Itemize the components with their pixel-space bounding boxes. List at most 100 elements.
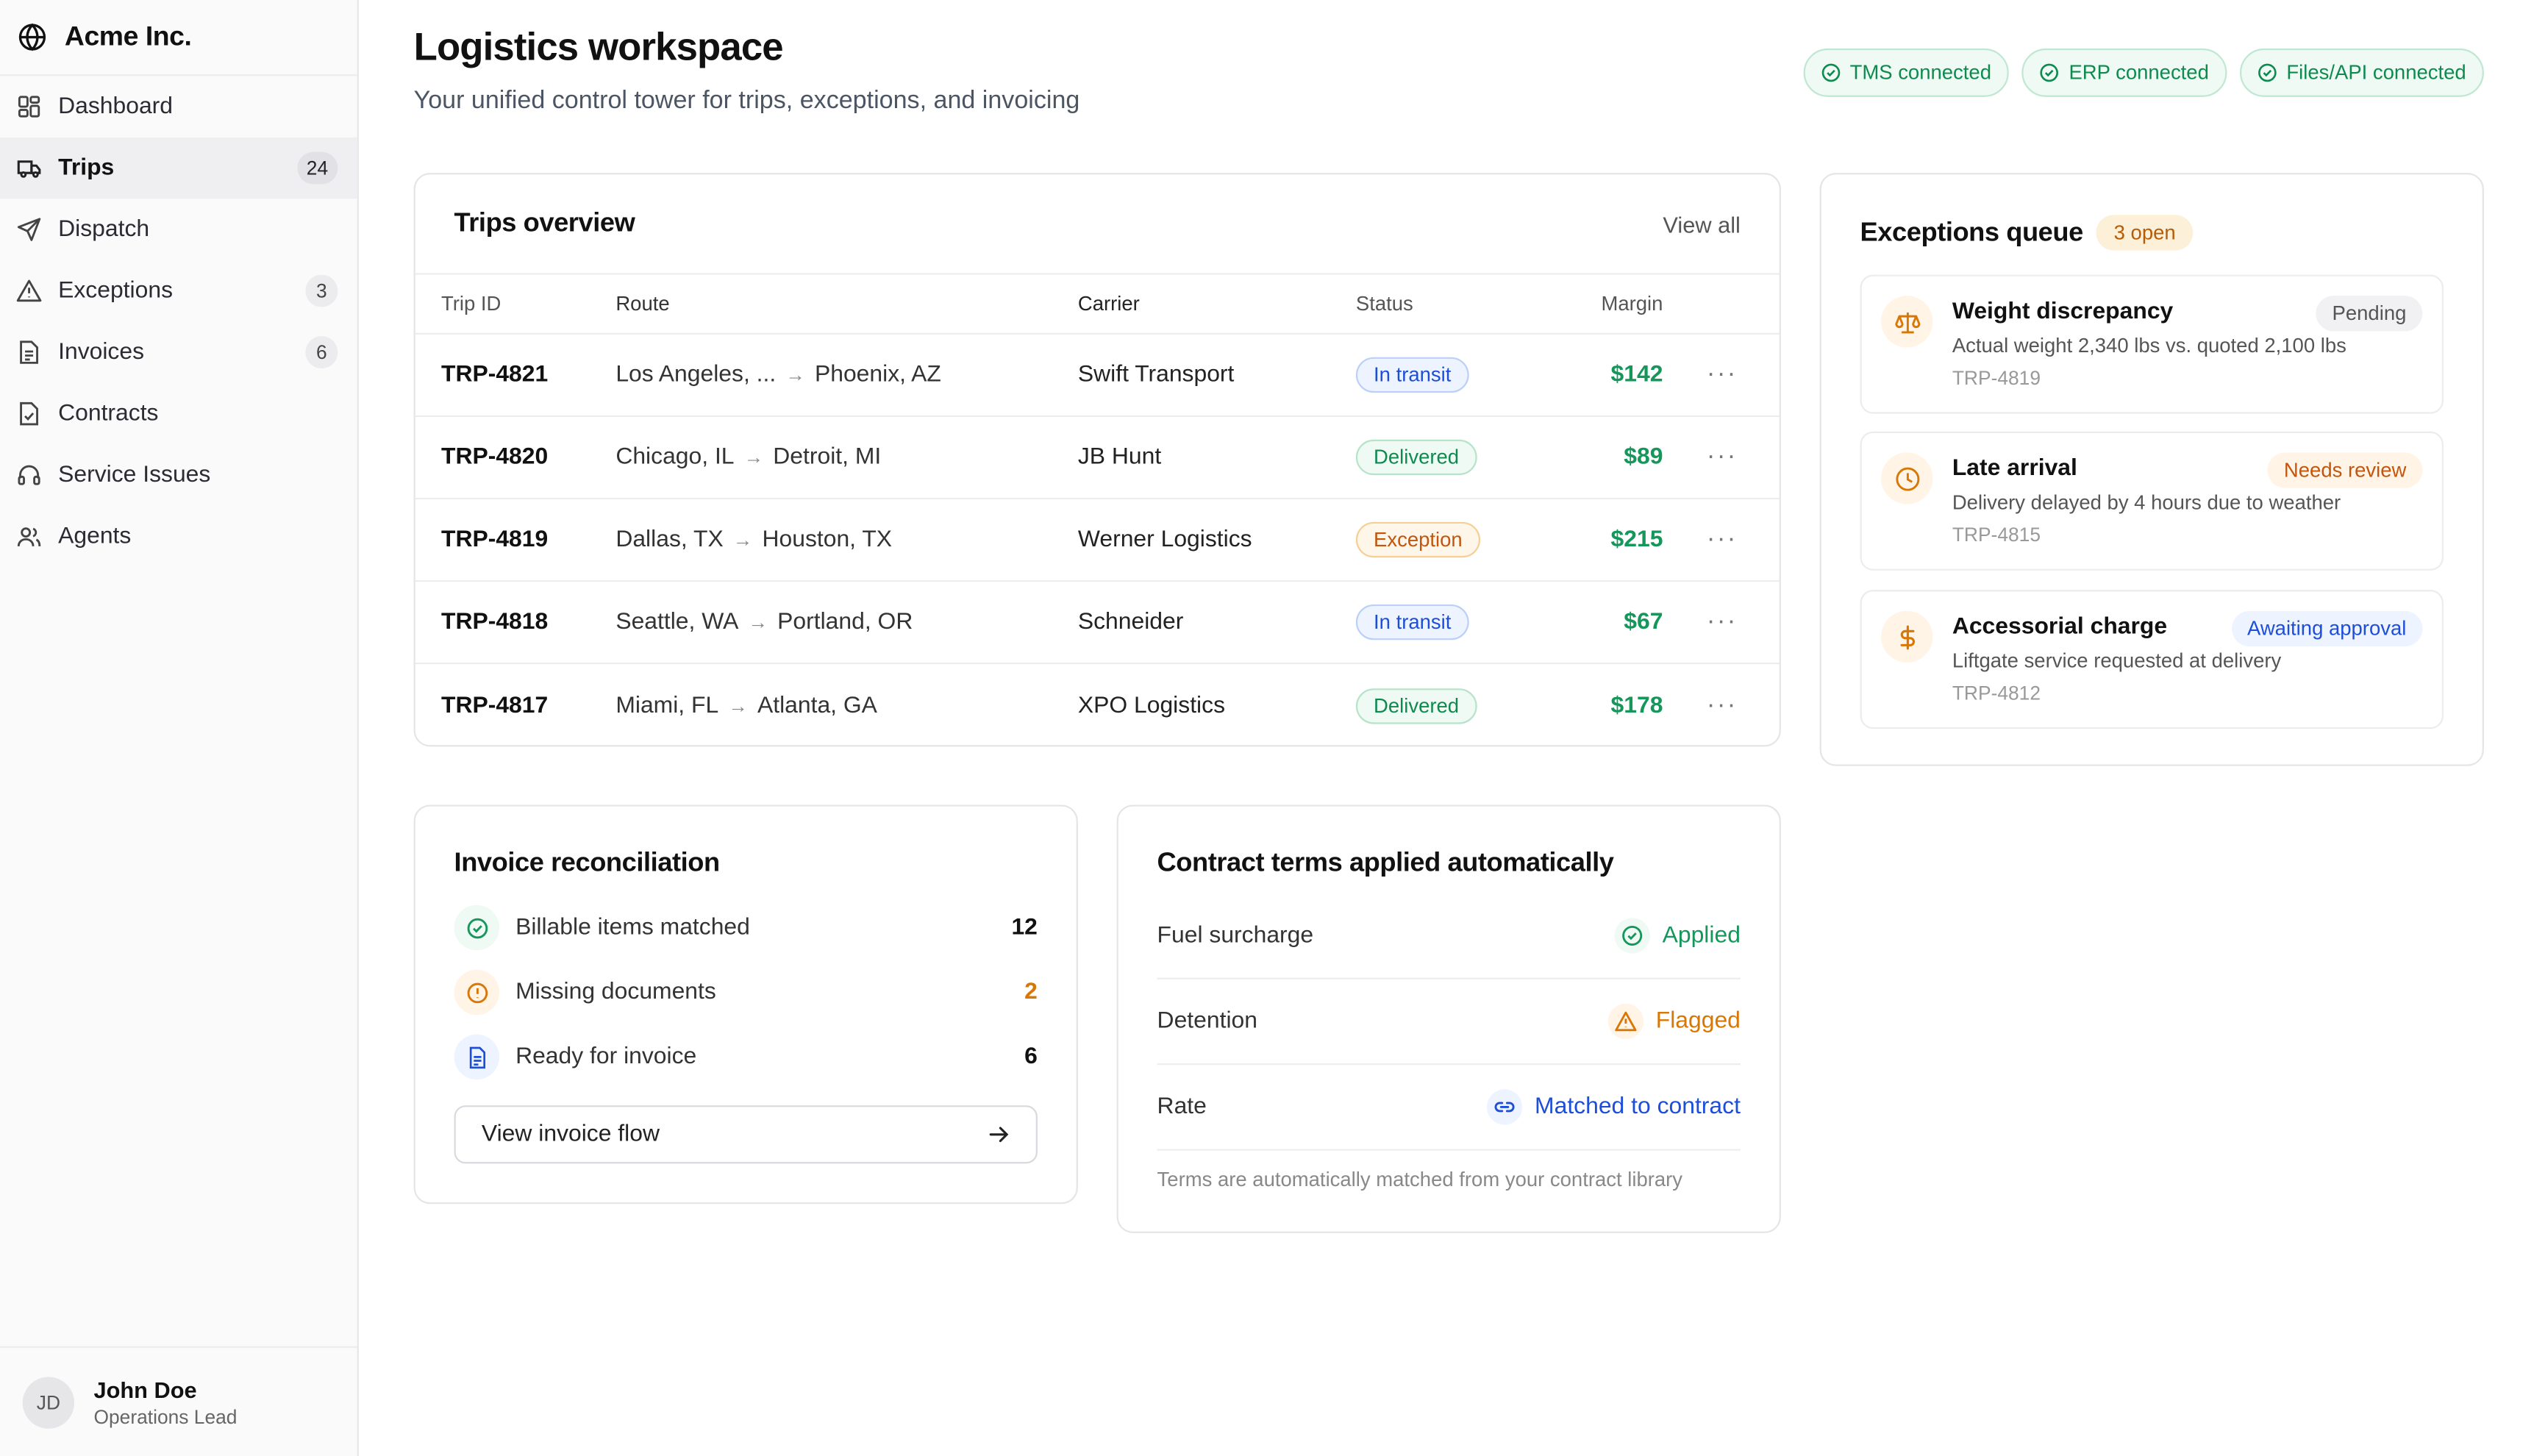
check-circle-icon: [2040, 63, 2059, 82]
more-options-icon[interactable]: ···: [1663, 691, 1760, 721]
sidebar-item-label: Dashboard: [58, 93, 174, 120]
sidebar-item-label: Trips: [58, 154, 115, 182]
sidebar-nav: Dashboard Trips 24 Dispatch Exceptions 3…: [0, 76, 357, 567]
sidebar-item-label: Invoices: [58, 339, 145, 365]
document-icon: [16, 340, 42, 365]
status-badge: Delivered: [1355, 439, 1477, 476]
invoice-stat-row: Ready for invoice 6: [454, 1034, 1038, 1080]
globe-icon: [18, 23, 46, 51]
table-row[interactable]: TRP-4817 Miami, FL → Atlanta, GA XPO Logis…: [415, 664, 1780, 746]
erp-connection-chip[interactable]: ERP connected: [2021, 48, 2227, 97]
sidebar-item-exceptions[interactable]: Exceptions 3: [0, 260, 357, 322]
brand-name: Acme Inc.: [64, 21, 192, 52]
more-options-icon[interactable]: ···: [1663, 360, 1760, 390]
trip-route: Chicago, IL → Detroit, MI: [615, 444, 1078, 470]
contract-term-row: Rate Matched to contract: [1157, 1065, 1741, 1151]
trip-id: TRP-4821: [440, 362, 549, 388]
contract-term-row: Detention Flagged: [1157, 979, 1741, 1066]
route-destination: Portland, OR: [777, 609, 913, 635]
more-options-icon[interactable]: ···: [1663, 443, 1760, 472]
term-label: Detention: [1157, 1008, 1257, 1035]
sidebar-item-invoices[interactable]: Invoices 6: [0, 321, 357, 383]
view-all-link[interactable]: View all: [1663, 211, 1740, 237]
sidebar-item-label: Contracts: [58, 401, 159, 427]
arrow-right-icon: →: [748, 610, 768, 634]
term-value: Flagged: [1655, 1008, 1741, 1035]
trip-carrier: Swift Transport: [1077, 362, 1235, 388]
column-header[interactable]: Status: [1356, 293, 1553, 315]
term-value: Matched to contract: [1535, 1093, 1741, 1121]
sidebar-item-dashboard[interactable]: Dashboard: [0, 76, 357, 138]
column-header[interactable]: Carrier: [1078, 293, 1356, 315]
button-label: View invoice flow: [481, 1121, 660, 1148]
trip-id: TRP-4819: [440, 527, 549, 553]
card-title: Exceptions queue: [1860, 217, 2084, 247]
brand[interactable]: Acme Inc.: [0, 0, 357, 76]
column-header[interactable]: Trip ID: [415, 293, 616, 315]
arrow-right-icon: →: [785, 363, 805, 387]
more-options-icon[interactable]: ···: [1663, 525, 1760, 554]
more-options-icon[interactable]: ···: [1663, 607, 1760, 637]
table-row[interactable]: TRP-4818 Seattle, WA → Portland, OR Schnei…: [415, 582, 1780, 665]
sidebar-item-service-issues[interactable]: Service Issues: [0, 444, 357, 506]
user-name: John Doe: [93, 1376, 197, 1402]
open-count-badge: 3 open: [2096, 215, 2194, 251]
user-profile[interactable]: JD John Doe Operations Lead: [0, 1346, 357, 1456]
table-row[interactable]: TRP-4821 Los Angeles, ... → Phoenix, AZ Sw…: [415, 335, 1780, 418]
status-badge: In transit: [1355, 604, 1469, 640]
trip-id: TRP-4820: [440, 444, 549, 471]
exception-title: Accessorial charge: [1952, 614, 2168, 640]
route-origin: Dallas, TX: [615, 527, 724, 553]
column-header[interactable]: Margin: [1553, 293, 1663, 315]
trip-margin: $178: [1610, 692, 1663, 718]
term-label: Rate: [1157, 1093, 1207, 1121]
sidebar-item-trips[interactable]: Trips 24: [0, 137, 357, 199]
route-origin: Miami, FL: [615, 692, 719, 718]
invoice-stat-row: Missing documents 2: [454, 969, 1038, 1016]
headset-icon: [16, 463, 42, 488]
status-badge: Delivered: [1355, 688, 1477, 724]
warning-icon: [16, 278, 42, 304]
status-badge: Pending: [2316, 296, 2423, 332]
status-badge: Exception: [1355, 521, 1480, 558]
trip-margin: $142: [1610, 362, 1663, 388]
trip-route: Los Angeles, ... → Phoenix, AZ: [615, 362, 1078, 388]
contract-term-row: Fuel surcharge Applied: [1157, 893, 1741, 979]
document-icon: [454, 1034, 500, 1080]
table-row[interactable]: TRP-4819 Dallas, TX → Houston, TX Werner L…: [415, 499, 1780, 582]
trip-route: Seattle, WA → Portland, OR: [615, 610, 1078, 635]
files-api-connection-chip[interactable]: Files/API connected: [2239, 48, 2484, 97]
card-title: Contract terms applied automatically: [1157, 848, 1614, 878]
user-info: John Doe Operations Lead: [93, 1376, 237, 1427]
column-header[interactable]: Route: [615, 293, 1078, 315]
trip-id: TRP-4817: [440, 692, 549, 718]
trip-id: TRP-4818: [440, 609, 549, 635]
trip-carrier: JB Hunt: [1077, 444, 1162, 471]
term-status: Flagged: [1607, 1003, 1741, 1040]
sidebar-item-contracts[interactable]: Contracts: [0, 383, 357, 445]
stat-value: 2: [1024, 979, 1038, 1005]
arrow-right-icon: →: [743, 446, 764, 469]
route-origin: Seattle, WA: [615, 609, 739, 635]
status-badge: Awaiting approval: [2231, 610, 2423, 647]
trip-margin: $89: [1624, 444, 1663, 471]
sidebar-item-dispatch[interactable]: Dispatch: [0, 199, 357, 260]
check-circle-icon: [1821, 63, 1840, 82]
tms-connection-chip[interactable]: TMS connected: [1802, 48, 2010, 97]
exception-item[interactable]: Weight discrepancy Actual weight 2,340 l…: [1860, 274, 2444, 414]
scale-icon: [1881, 296, 1933, 348]
truck-icon: [16, 155, 42, 181]
sidebar: Acme Inc. Dashboard Trips 24 Dispatch Ex…: [0, 0, 359, 1456]
exception-trip-ref: TRP-4815: [1952, 524, 2041, 546]
app-root: Acme Inc. Dashboard Trips 24 Dispatch Ex…: [0, 0, 2534, 1456]
sidebar-item-agents[interactable]: Agents: [0, 506, 357, 568]
view-invoice-flow-button[interactable]: View invoice flow: [454, 1105, 1038, 1164]
route-destination: Phoenix, AZ: [814, 362, 941, 388]
send-icon: [16, 216, 42, 242]
exceptions-queue-card: Exceptions queue 3 open Weight discrepan…: [1819, 173, 2484, 766]
term-status[interactable]: Matched to contract: [1486, 1089, 1741, 1125]
stat-label: Billable items matched: [515, 914, 750, 941]
table-row[interactable]: TRP-4820 Chicago, IL → Detroit, MI JB Hunt…: [415, 417, 1780, 500]
exception-item[interactable]: Late arrival Delivery delayed by 4 hours…: [1860, 431, 2444, 571]
exception-item[interactable]: Accessorial charge Liftgate service requ…: [1860, 590, 2444, 729]
